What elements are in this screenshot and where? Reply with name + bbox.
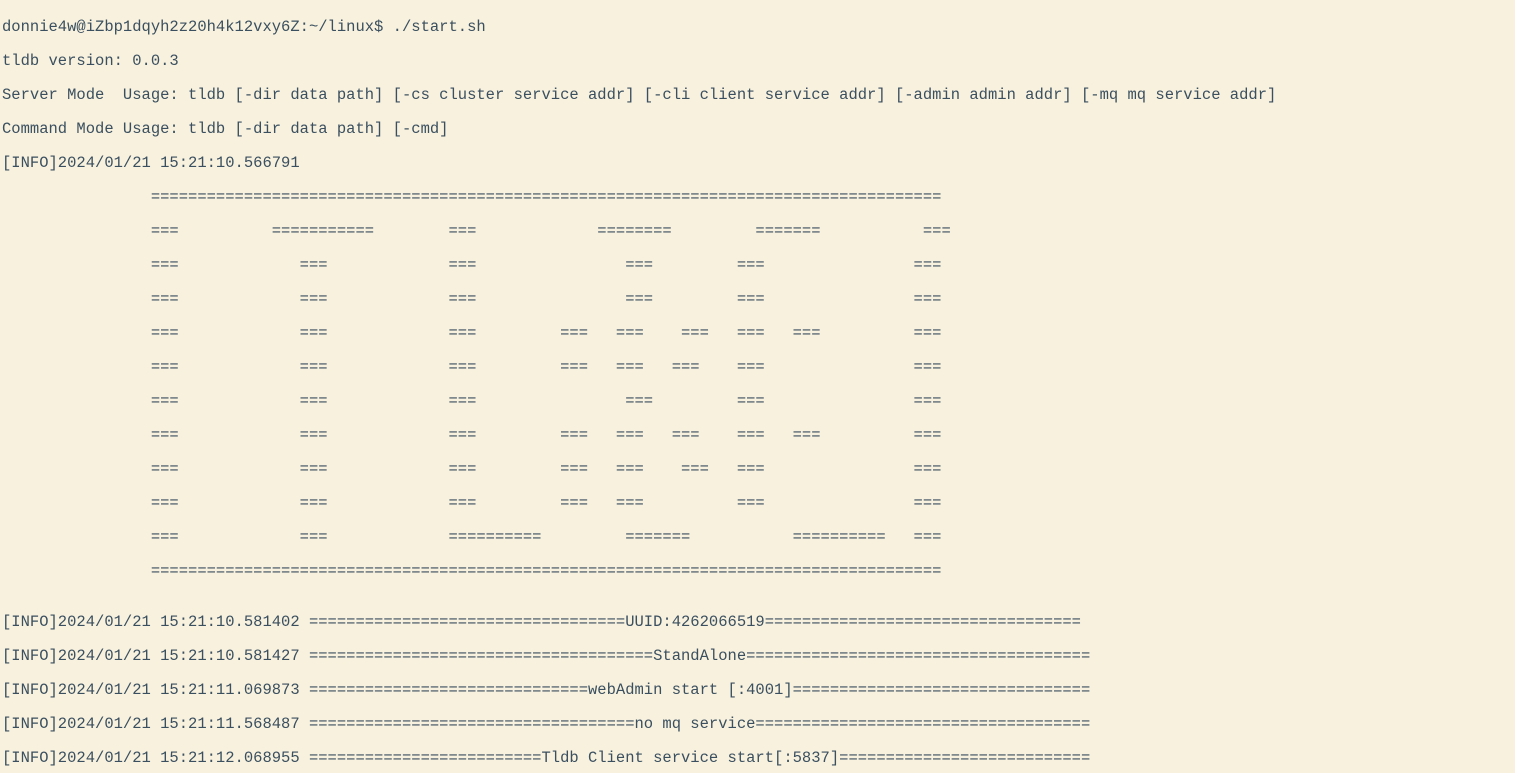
- info-standalone: [INFO]2024/01/21 15:21:10.581427 =======…: [2, 648, 1515, 665]
- terminal-output[interactable]: donnie4w@iZbp1dqyh2z20h4k12vxy6Z:~/linux…: [0, 0, 1515, 773]
- command-usage: Command Mode Usage: tldb [-dir data path…: [2, 121, 1515, 138]
- ascii-banner-row: === === === === === === ===: [2, 495, 1515, 512]
- ascii-banner-row: === =========== === ======== ======= ===: [2, 223, 1515, 240]
- prompt-line: donnie4w@iZbp1dqyh2z20h4k12vxy6Z:~/linux…: [2, 19, 1515, 36]
- ascii-banner-row: === === === === === ===: [2, 257, 1515, 274]
- banner-header: [INFO]2024/01/21 15:21:10.566791: [2, 155, 1515, 172]
- ascii-banner-row: ========================================…: [2, 563, 1515, 580]
- info-nomq: [INFO]2024/01/21 15:21:11.568487 =======…: [2, 716, 1515, 733]
- ascii-banner-row: === === === === === === === ===: [2, 461, 1515, 478]
- server-usage: Server Mode Usage: tldb [-dir data path]…: [2, 87, 1515, 104]
- ascii-banner-row: ========================================…: [2, 189, 1515, 206]
- info-uuid: [INFO]2024/01/21 15:21:10.581402 =======…: [2, 614, 1515, 631]
- ascii-banner-row: === === === === === ===: [2, 291, 1515, 308]
- ascii-banner-row: === === === === === === === === ===: [2, 325, 1515, 342]
- info-tldb-client: [INFO]2024/01/21 15:21:12.068955 =======…: [2, 750, 1515, 767]
- ascii-banner-row: === === === === === === === ===: [2, 359, 1515, 376]
- version-line: tldb version: 0.0.3: [2, 53, 1515, 70]
- ascii-banner-row: === === ========== ======= ========== ==…: [2, 529, 1515, 546]
- ascii-banner-row: === === === === === ===: [2, 393, 1515, 410]
- info-webadmin: [INFO]2024/01/21 15:21:11.069873 =======…: [2, 682, 1515, 699]
- ascii-banner-row: === === === === === === === === ===: [2, 427, 1515, 444]
